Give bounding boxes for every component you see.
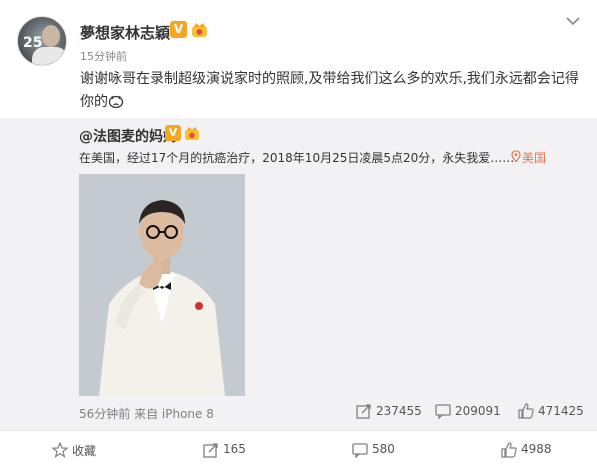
like-button[interactable]: 4988: [501, 431, 591, 468]
like-count: 471425: [538, 404, 584, 418]
comment-icon: [352, 443, 368, 458]
repost-button-count: 165: [223, 442, 246, 456]
comment-icon: [435, 404, 451, 419]
repost-block[interactable]: @法图麦的妈妈 V 在美国，经过17个月的抗癌治疗，2018年10月25日凌晨5…: [0, 118, 597, 430]
verified-v-icon: V: [170, 21, 187, 38]
verified-v-icon: V: [165, 125, 181, 141]
username[interactable]: 夢想家林志穎: [80, 22, 170, 43]
repost-text: 在美国，经过17个月的抗癌治疗，2018年10月25日凌晨5点20分，永失我爱……: [79, 151, 515, 165]
chevron-down-icon[interactable]: [566, 16, 580, 26]
favorite-label: 收藏: [72, 444, 97, 458]
repost-author[interactable]: @法图麦的妈妈: [79, 126, 177, 146]
post-timestamp[interactable]: 15分钟前: [80, 48, 127, 64]
repost-button[interactable]: 165: [203, 431, 303, 468]
thumbs-up-icon: [518, 403, 534, 419]
favorite-button[interactable]: 收藏: [52, 431, 152, 468]
post-photo[interactable]: [79, 174, 245, 396]
location-link[interactable]: 美国: [522, 149, 546, 166]
repost-meta: 56分钟前 来自 iPhone 8: [79, 407, 214, 421]
avatar-overlay-text: 25: [23, 35, 43, 51]
vip-crown-icon: [192, 23, 207, 37]
star-icon: [52, 442, 68, 458]
sad-emoji-icon: [108, 95, 124, 108]
comment-count: 209091: [455, 404, 501, 418]
comment-button-count: 580: [372, 442, 395, 456]
vip-crown-icon: [184, 126, 200, 141]
weibo-post-card: 25 夢想家林志穎 V 15分钟前 谢谢咏哥在录制超级演说家时的照顾,及带给我们…: [0, 0, 597, 468]
action-bar: 收藏 165 580 4988: [0, 430, 597, 468]
repost-count: 237455: [376, 404, 422, 418]
location-pin-icon: [511, 150, 521, 162]
share-icon: [356, 404, 371, 419]
avatar-face: [42, 25, 60, 47]
thumbs-up-icon: [501, 442, 517, 458]
repost-author-name[interactable]: @法图麦的妈妈: [79, 129, 177, 145]
avatar[interactable]: 25: [17, 16, 67, 66]
comment-button[interactable]: 580: [352, 431, 452, 468]
share-icon: [203, 443, 218, 458]
post-text: 谢谢咏哥在录制超级演说家时的照顾,及带给我们这么多的欢乐,我们永远都会记得你的: [80, 68, 580, 114]
like-button-count: 4988: [521, 442, 552, 456]
post-text-content: 谢谢咏哥在录制超级演说家时的照顾,及带给我们这么多的欢乐,我们永远都会记得你的: [80, 71, 579, 110]
